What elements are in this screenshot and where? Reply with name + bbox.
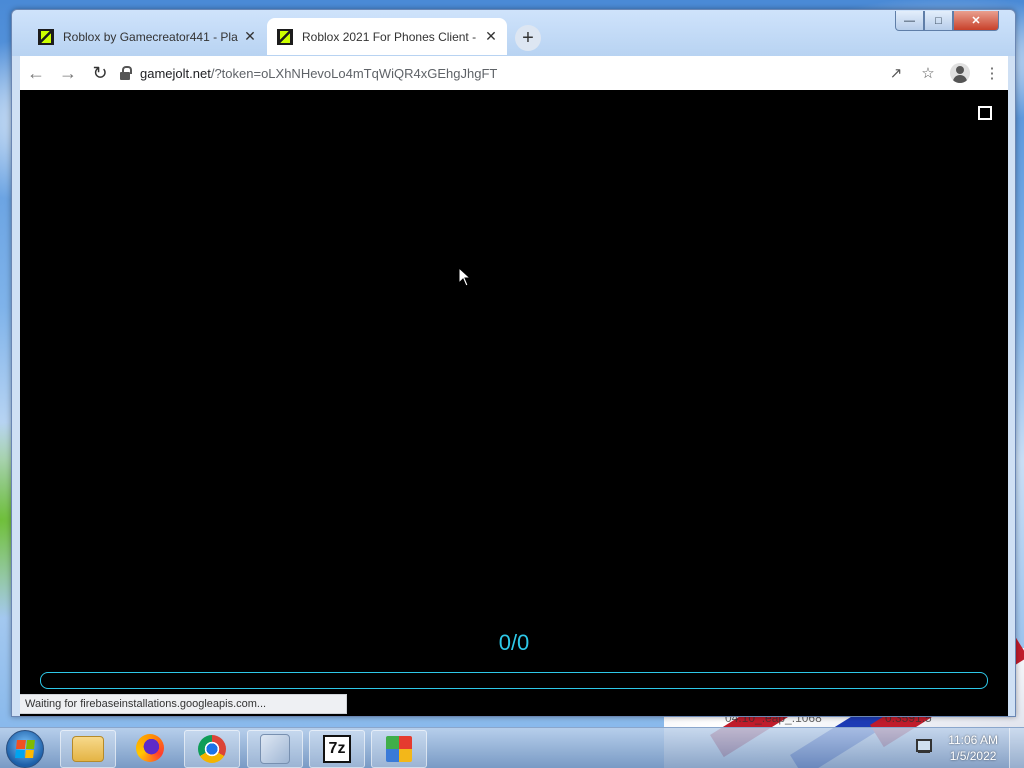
- taskbar-media-center[interactable]: [247, 730, 303, 768]
- minimize-button[interactable]: —: [895, 11, 924, 31]
- close-tab-icon[interactable]: ✕: [240, 28, 260, 45]
- maximize-button[interactable]: □: [924, 11, 953, 31]
- system-clock[interactable]: 11:06 AM 1/5/2022: [948, 732, 998, 764]
- 7zip-icon: 7z: [323, 735, 351, 763]
- network-tray-icon[interactable]: [914, 739, 932, 755]
- chrome-window: — □ ✕ Roblox by Gamecreator441 - Pla ✕ R…: [11, 9, 1016, 717]
- loading-progress-count: 0/0: [498, 630, 530, 655]
- window-titlebar[interactable]: — □ ✕ Roblox by Gamecreator441 - Pla ✕ R…: [12, 10, 1015, 56]
- control-panel-icon: [386, 736, 412, 762]
- gamejolt-favicon-icon: [38, 28, 54, 45]
- fullscreen-icon[interactable]: [978, 106, 992, 120]
- url-host: gamejolt.net: [140, 65, 211, 81]
- browser-toolbar: ← → ↻ gamejolt.net/?token=oLXhNHevoLo4mT…: [20, 56, 1008, 90]
- status-bubble: Waiting for firebaseinstallations.google…: [20, 694, 347, 714]
- windows-logo-icon: [15, 740, 35, 758]
- reload-icon[interactable]: ↻: [84, 58, 116, 88]
- lock-icon[interactable]: [120, 66, 132, 80]
- taskbar-chrome[interactable]: [184, 730, 240, 768]
- gamejolt-favicon-icon: [277, 28, 293, 45]
- show-desktop-button[interactable]: [1009, 728, 1024, 768]
- back-arrow-icon[interactable]: ←: [20, 58, 52, 88]
- close-tab-icon[interactable]: ✕: [481, 28, 501, 45]
- media-center-icon: [260, 734, 290, 764]
- new-tab-button[interactable]: +: [515, 25, 541, 51]
- clock-time: 11:06 AM: [948, 733, 998, 747]
- forward-arrow-icon[interactable]: →: [52, 58, 84, 88]
- taskbar-firefox[interactable]: [123, 730, 177, 766]
- chrome-icon: [198, 735, 226, 763]
- taskbar-7zip[interactable]: 7z: [309, 730, 365, 768]
- share-icon[interactable]: ↗: [880, 58, 912, 88]
- bookmark-star-icon[interactable]: ☆: [912, 58, 944, 88]
- folder-icon: [72, 736, 104, 762]
- taskbar-control-panel[interactable]: [371, 730, 427, 768]
- windows-taskbar: 7z 11:06 AM 1/5/2022: [0, 727, 1024, 768]
- tab-title: Roblox by Gamecreator441 - Pla: [63, 29, 238, 44]
- tab-title: Roblox 2021 For Phones Client -: [302, 29, 477, 44]
- profile-avatar-icon: [950, 63, 970, 83]
- address-bar[interactable]: gamejolt.net/?token=oLXhNHevoLo4mTqWiQR4…: [120, 59, 880, 87]
- close-window-button[interactable]: ✕: [953, 11, 999, 31]
- start-orb-button[interactable]: [6, 730, 44, 768]
- tab-roblox-2021-client[interactable]: Roblox 2021 For Phones Client - ✕: [267, 18, 507, 55]
- game-canvas[interactable]: 0/0 Waiting for firebaseinstallations.go…: [20, 90, 1008, 716]
- url-path: /?token=oLXhNHevoLo4mTqWiQR4xGEhgJhgFT: [210, 65, 498, 81]
- taskbar-file-explorer[interactable]: [60, 730, 116, 768]
- menu-kebab-icon[interactable]: ⋮: [976, 58, 1008, 88]
- tab-roblox-gamecreator[interactable]: Roblox by Gamecreator441 - Pla ✕: [28, 18, 266, 55]
- firefox-icon: [136, 734, 164, 762]
- loading-progress-bar: [40, 672, 988, 689]
- clock-date: 1/5/2022: [949, 749, 997, 763]
- window-controls: — □ ✕: [895, 11, 999, 31]
- profile-button[interactable]: [944, 58, 976, 88]
